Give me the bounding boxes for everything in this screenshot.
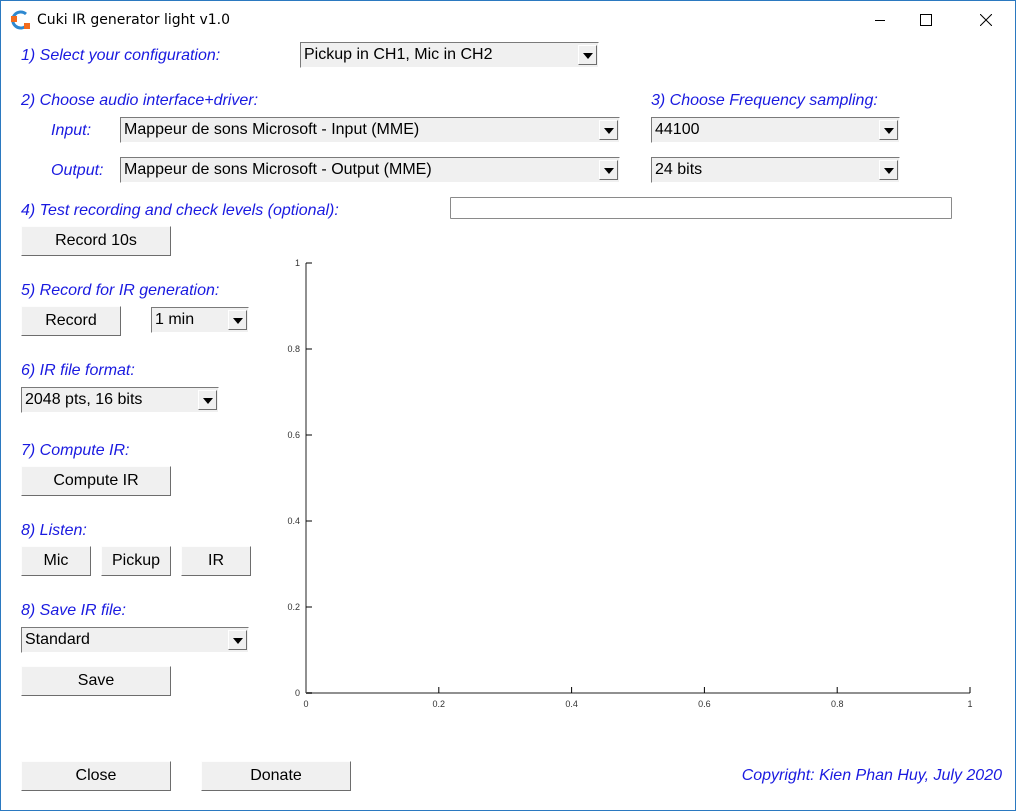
y-tick-label: 1 bbox=[295, 258, 300, 268]
output-device-value: Mappeur de sons Microsoft - Output (MME) bbox=[124, 161, 432, 178]
copyright-text: Copyright: Kien Phan Huy, July 2020 bbox=[741, 767, 1002, 784]
record-10s-button[interactable]: Record 10s bbox=[21, 226, 171, 256]
listen-mic-button[interactable]: Mic bbox=[21, 546, 91, 576]
ir-plot: 0 0.2 0.4 0.6 0.8 1 0 0.2 0.4 0.6 0.8 1 bbox=[287, 258, 972, 709]
x-tick-label: 0.6 bbox=[698, 699, 711, 709]
x-tick-label: 0.8 bbox=[831, 699, 844, 709]
level-meter bbox=[450, 197, 952, 219]
donate-button[interactable]: Donate bbox=[201, 761, 351, 791]
step4-label: 4) Test recording and check levels (opti… bbox=[21, 202, 339, 219]
y-tick-label: 0 bbox=[295, 688, 300, 698]
bit-depth-value: 24 bits bbox=[655, 161, 703, 178]
ir-format-select[interactable]: 2048 pts, 16 bits bbox=[21, 387, 219, 413]
close-window-button[interactable] bbox=[963, 1, 1009, 39]
y-tick-label: 0.8 bbox=[287, 344, 300, 354]
save-format-value: Standard bbox=[25, 631, 90, 648]
listen-ir-button[interactable]: IR bbox=[181, 546, 251, 576]
duration-value: 1 min bbox=[155, 311, 195, 328]
input-device-select[interactable]: Mappeur de sons Microsoft - Input (MME) bbox=[120, 117, 620, 143]
step5-label: 5) Record for IR generation: bbox=[21, 282, 220, 299]
x-tick-label: 0 bbox=[303, 699, 308, 709]
step2-label: 2) Choose audio interface+driver: bbox=[21, 92, 259, 109]
bit-depth-select[interactable]: 24 bits bbox=[651, 157, 900, 183]
maximize-button[interactable] bbox=[903, 1, 949, 39]
x-tick-label: 0.4 bbox=[565, 699, 578, 709]
y-tick-label: 0.4 bbox=[287, 516, 300, 526]
chevron-down-icon[interactable] bbox=[599, 120, 618, 140]
minimize-icon bbox=[875, 20, 885, 21]
chevron-down-icon[interactable] bbox=[228, 630, 247, 650]
close-button[interactable]: Close bbox=[21, 761, 171, 791]
close-icon bbox=[980, 14, 992, 26]
window-title: Cuki IR generator light v1.0 bbox=[37, 12, 231, 28]
y-tick-label: 0.2 bbox=[287, 602, 300, 612]
chevron-down-icon[interactable] bbox=[599, 160, 618, 180]
record-button[interactable]: Record bbox=[21, 306, 121, 336]
step1-label: 1) Select your configuration: bbox=[21, 47, 221, 64]
configuration-value: Pickup in CH1, Mic in CH2 bbox=[304, 46, 493, 63]
compute-ir-button[interactable]: Compute IR bbox=[21, 466, 171, 496]
step6-label: 6) IR file format: bbox=[21, 362, 135, 379]
maximize-icon bbox=[920, 14, 932, 26]
app-logo-icon bbox=[11, 10, 30, 30]
listen-pickup-button[interactable]: Pickup bbox=[101, 546, 171, 576]
title-bar[interactable]: Cuki IR generator light v1.0 bbox=[1, 1, 1015, 39]
configuration-select[interactable]: Pickup in CH1, Mic in CH2 bbox=[300, 42, 599, 68]
duration-select[interactable]: 1 min bbox=[151, 307, 249, 333]
x-tick-label: 1 bbox=[967, 699, 972, 709]
chevron-down-icon[interactable] bbox=[198, 390, 217, 410]
step7-label: 7) Compute IR: bbox=[21, 442, 130, 459]
ir-format-value: 2048 pts, 16 bits bbox=[25, 391, 143, 408]
chevron-down-icon[interactable] bbox=[879, 120, 898, 140]
save-ir-label: 8) Save IR file: bbox=[21, 602, 126, 619]
save-format-select[interactable]: Standard bbox=[21, 627, 249, 653]
listen-label: 8) Listen: bbox=[21, 522, 87, 539]
chevron-down-icon[interactable] bbox=[578, 45, 597, 65]
y-tick-label: 0.6 bbox=[287, 430, 300, 440]
sample-rate-select[interactable]: 44100 bbox=[651, 117, 900, 143]
sample-rate-value: 44100 bbox=[655, 121, 700, 138]
step3-label: 3) Choose Frequency sampling: bbox=[651, 92, 878, 109]
chevron-down-icon[interactable] bbox=[228, 310, 247, 330]
minimize-button[interactable] bbox=[857, 1, 903, 39]
input-label: Input: bbox=[51, 122, 92, 139]
save-button[interactable]: Save bbox=[21, 666, 171, 696]
chevron-down-icon[interactable] bbox=[879, 160, 898, 180]
input-device-value: Mappeur de sons Microsoft - Input (MME) bbox=[124, 121, 420, 138]
output-device-select[interactable]: Mappeur de sons Microsoft - Output (MME) bbox=[120, 157, 620, 183]
x-tick-label: 0.2 bbox=[433, 699, 446, 709]
output-label: Output: bbox=[51, 162, 104, 179]
app-window: Cuki IR generator light v1.0 1) Select y… bbox=[0, 0, 1016, 811]
